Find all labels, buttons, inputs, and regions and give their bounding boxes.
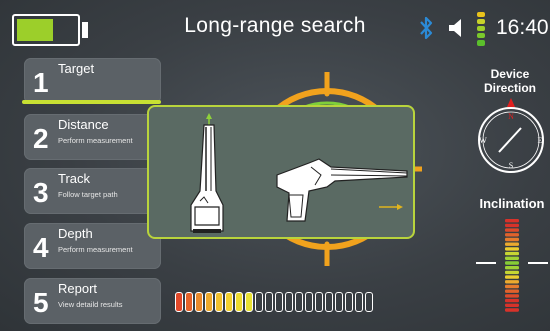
inclination-segment <box>505 303 519 307</box>
signal-level-segment <box>335 292 343 312</box>
signal-level-segment <box>295 292 303 312</box>
compass-w-label: W <box>479 136 487 145</box>
signal-level-segment <box>175 292 183 312</box>
signal-strength-icon <box>477 12 485 46</box>
signal-level-segment <box>225 292 233 312</box>
device-orientation-dialog[interactable] <box>147 105 415 239</box>
inclination-segment <box>505 266 519 270</box>
device-vertical-icon <box>190 113 224 233</box>
inclination-segment <box>505 219 519 223</box>
menu-item-label: Track <box>58 171 91 186</box>
inclination-segment <box>505 237 519 242</box>
signal-level-segment <box>255 292 263 312</box>
menu-item-distance[interactable]: 2 Distance Perform measurement <box>24 114 161 160</box>
inclination-segment <box>505 251 519 256</box>
menu-item-target[interactable]: 1 Target <box>24 58 161 104</box>
menu-item-number: 1 <box>33 67 49 98</box>
menu-item-number: 3 <box>33 177 49 208</box>
active-indicator <box>22 100 161 104</box>
compass-icon: N E S W <box>478 98 544 173</box>
inclination-segment <box>505 289 519 293</box>
bluetooth-icon[interactable] <box>418 13 434 43</box>
device-horizontal-icon <box>276 158 408 222</box>
inclination-segment <box>505 294 519 298</box>
inclination-segment <box>505 242 519 246</box>
signal-level-meter <box>175 292 373 314</box>
signal-level-segment <box>205 292 213 312</box>
signal-level-segment <box>235 292 243 312</box>
inclination-gauge <box>476 219 548 312</box>
inclination-segment <box>505 228 519 232</box>
inclination-segment <box>505 247 519 251</box>
inclination-label: Inclination <box>479 196 545 211</box>
menu-item-track[interactable]: 3 Track Follow target path <box>24 168 161 214</box>
menu-item-label: Target <box>58 61 95 76</box>
menu-item-number: 2 <box>33 123 49 154</box>
menu-item-subtitle: Follow target path <box>58 190 118 199</box>
inclination-segment <box>505 275 519 279</box>
signal-level-segment <box>285 292 293 312</box>
signal-level-segment <box>325 292 333 312</box>
compass-s-label: S <box>509 161 513 170</box>
signal-level-segment <box>185 292 193 312</box>
signal-level-segment <box>215 292 223 312</box>
device-direction-label: Device Direction <box>470 67 550 95</box>
menu-item-label: Depth <box>58 226 93 241</box>
menu-item-number: 5 <box>33 287 49 318</box>
clock: 16:40 <box>496 16 549 39</box>
menu-item-label: Report <box>58 281 98 296</box>
inclination-segment <box>505 308 519 312</box>
signal-level-segment <box>365 292 373 312</box>
device-direction-label-line1: Device <box>490 67 530 81</box>
top-bar: Long-range search 16:40 <box>0 0 550 56</box>
signal-level-segment <box>245 292 253 312</box>
signal-level-segment <box>195 292 203 312</box>
signal-level-segment <box>315 292 323 312</box>
inclination-segment <box>505 298 519 303</box>
menu-item-depth[interactable]: 4 Depth Perform measurement <box>24 223 161 269</box>
device-direction-label-line2: Direction <box>483 81 536 95</box>
menu-item-number: 4 <box>33 232 49 263</box>
signal-level-segment <box>355 292 363 312</box>
compass-e-label: E <box>538 136 543 145</box>
compass-n-label: N <box>508 112 514 121</box>
menu-item-subtitle: Perform measurement <box>58 245 133 254</box>
inclination-segment <box>505 284 519 289</box>
signal-level-segment <box>275 292 283 312</box>
menu-item-subtitle: View detaild results <box>58 300 123 309</box>
inclination-segment <box>505 233 519 237</box>
menu-item-subtitle: Perform measurement <box>58 136 133 145</box>
speaker-icon[interactable] <box>447 17 469 39</box>
signal-level-segment <box>345 292 353 312</box>
signal-level-segment <box>305 292 313 312</box>
menu-item-report[interactable]: 5 Report View detaild results <box>24 278 161 324</box>
inclination-segment <box>505 270 519 275</box>
inclination-segment <box>505 280 519 284</box>
inclination-segment <box>505 256 519 260</box>
menu-item-label: Distance <box>58 117 109 132</box>
inclination-segment <box>505 261 519 265</box>
inclination-segment <box>505 223 519 228</box>
signal-level-segment <box>265 292 273 312</box>
